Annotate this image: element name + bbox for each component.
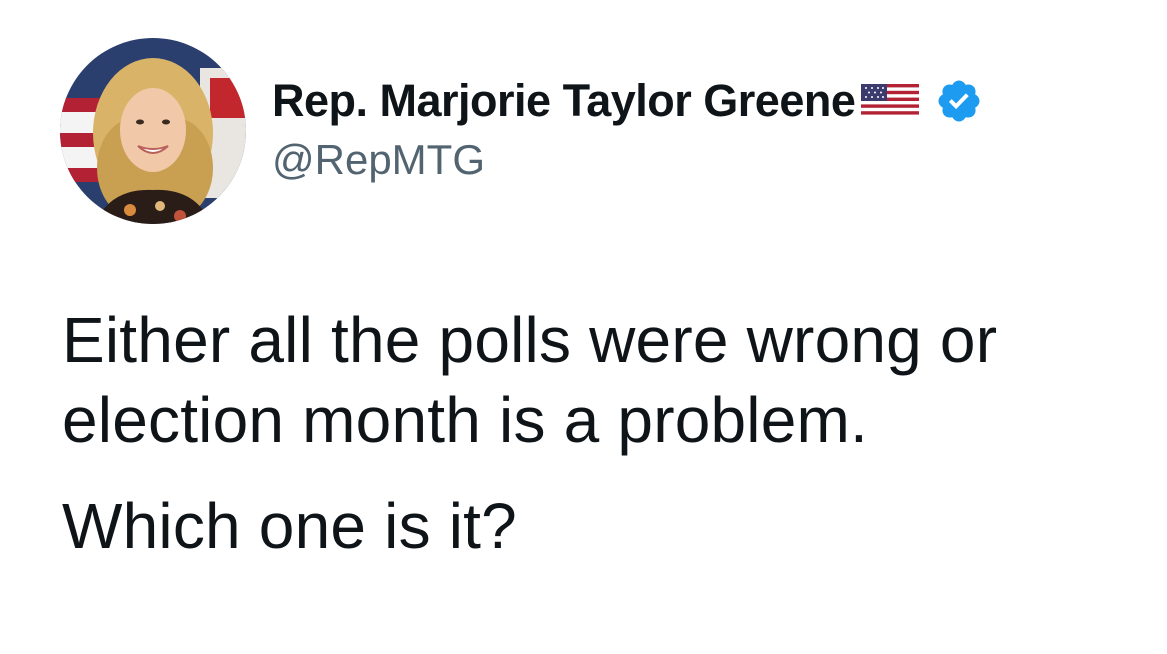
author-display-name[interactable]: Rep. Marjorie Taylor Greene — [272, 71, 856, 131]
avatar-image — [60, 38, 246, 224]
author-names: Rep. Marjorie Taylor Greene @RepMTG — [272, 71, 983, 185]
verified-badge-icon — [935, 77, 983, 125]
tweet-paragraph: Which one is it? — [62, 490, 517, 562]
tweet-paragraph: Either all the polls were wrong or elect… — [62, 304, 998, 456]
us-flag-icon — [861, 84, 920, 118]
avatar[interactable] — [60, 38, 246, 224]
tweet-header: Rep. Marjorie Taylor Greene @RepMTG — [60, 38, 983, 224]
tweet-card: Rep. Marjorie Taylor Greene @RepMTG Eith… — [0, 0, 1167, 654]
tweet-text: Either all the polls were wrong or elect… — [62, 300, 1142, 566]
name-row: Rep. Marjorie Taylor Greene — [272, 71, 983, 131]
author-handle[interactable]: @RepMTG — [272, 135, 983, 185]
